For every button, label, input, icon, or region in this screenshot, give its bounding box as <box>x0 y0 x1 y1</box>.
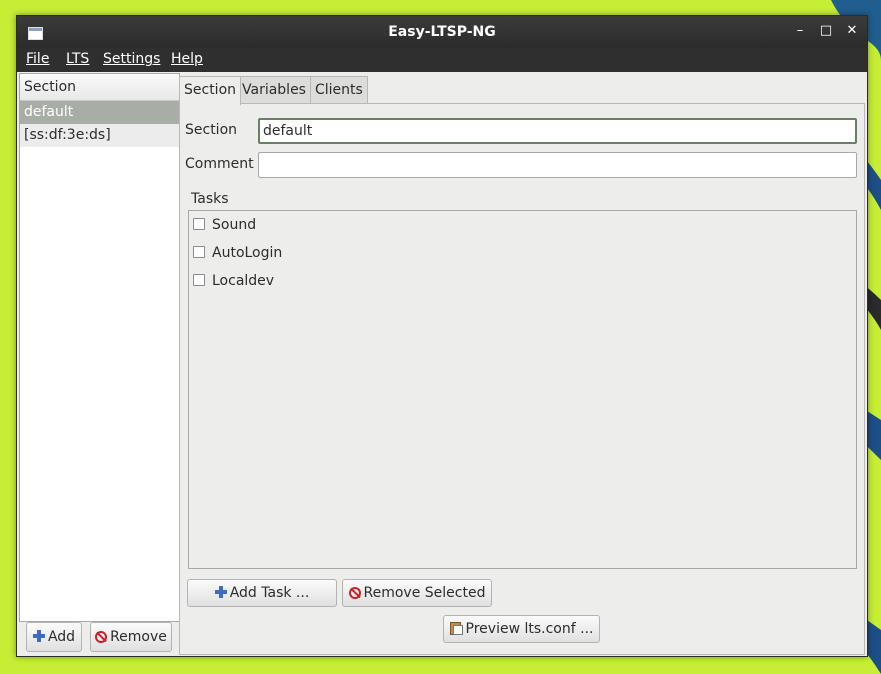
tab-section[interactable]: Section <box>179 76 242 105</box>
clipboard-icon <box>449 621 463 635</box>
menu-file[interactable]: File <box>26 51 49 67</box>
comment-input[interactable] <box>258 152 857 178</box>
stop-icon <box>95 631 108 643</box>
task-sound[interactable]: Sound <box>193 215 256 235</box>
plus-icon <box>214 586 227 598</box>
maximize-button[interactable]: □ <box>817 22 835 40</box>
section-list-header[interactable]: Section <box>20 74 179 101</box>
stop-icon <box>348 587 361 599</box>
tab-clients[interactable]: Clients <box>310 76 368 104</box>
menu-help[interactable]: Help <box>171 51 203 67</box>
task-autologin-checkbox[interactable] <box>193 246 205 258</box>
task-sound-label: Sound <box>212 217 257 233</box>
add-section-button[interactable]: Add <box>26 622 82 652</box>
section-item-ss-df-3e-ds[interactable]: [ss:df:3e:ds] <box>20 124 179 147</box>
minimize-button[interactable]: – <box>791 22 809 40</box>
title-bar[interactable]: Easy-LTSP-NG – □ ✕ <box>17 16 867 48</box>
menu-bar: File LTS Settings Help <box>17 48 867 72</box>
task-autologin[interactable]: AutoLogin <box>193 243 282 263</box>
plus-icon <box>32 630 45 642</box>
comment-field-label: Comment <box>185 156 254 172</box>
add-task-label: Add Task ... <box>229 585 310 601</box>
section-list: Section default [ss:df:3e:ds] <box>19 73 180 622</box>
add-task-button[interactable]: Add Task ... <box>187 579 337 607</box>
task-localdev-label: Localdev <box>212 273 275 289</box>
menu-lts[interactable]: LTS <box>66 51 89 67</box>
preview-lts-conf-button[interactable]: Preview lts.conf ... <box>443 615 600 643</box>
preview-lts-conf-label: Preview lts.conf ... <box>465 621 594 637</box>
remove-selected-label: Remove Selected <box>363 585 486 601</box>
remove-selected-button[interactable]: Remove Selected <box>342 579 492 607</box>
app-window: Easy-LTSP-NG – □ ✕ File LTS Settings Hel… <box>16 15 868 657</box>
task-sound-checkbox[interactable] <box>193 218 205 230</box>
task-localdev-checkbox[interactable] <box>193 274 205 286</box>
task-localdev[interactable]: Localdev <box>193 271 274 291</box>
tasks-list: Sound AutoLogin Localdev <box>188 210 857 569</box>
remove-section-label: Remove <box>110 629 167 645</box>
section-field-label: Section <box>185 122 238 138</box>
menu-settings[interactable]: Settings <box>103 51 160 67</box>
remove-section-button[interactable]: Remove <box>90 622 172 652</box>
tab-variables[interactable]: Variables <box>237 76 311 104</box>
tasks-label: Tasks <box>191 191 229 207</box>
section-item-default[interactable]: default <box>20 101 179 124</box>
section-name-input[interactable]: default <box>258 118 857 144</box>
add-section-label: Add <box>47 629 76 645</box>
window-title: Easy-LTSP-NG <box>388 24 496 40</box>
task-autologin-label: AutoLogin <box>212 245 283 261</box>
close-button[interactable]: ✕ <box>843 22 861 40</box>
